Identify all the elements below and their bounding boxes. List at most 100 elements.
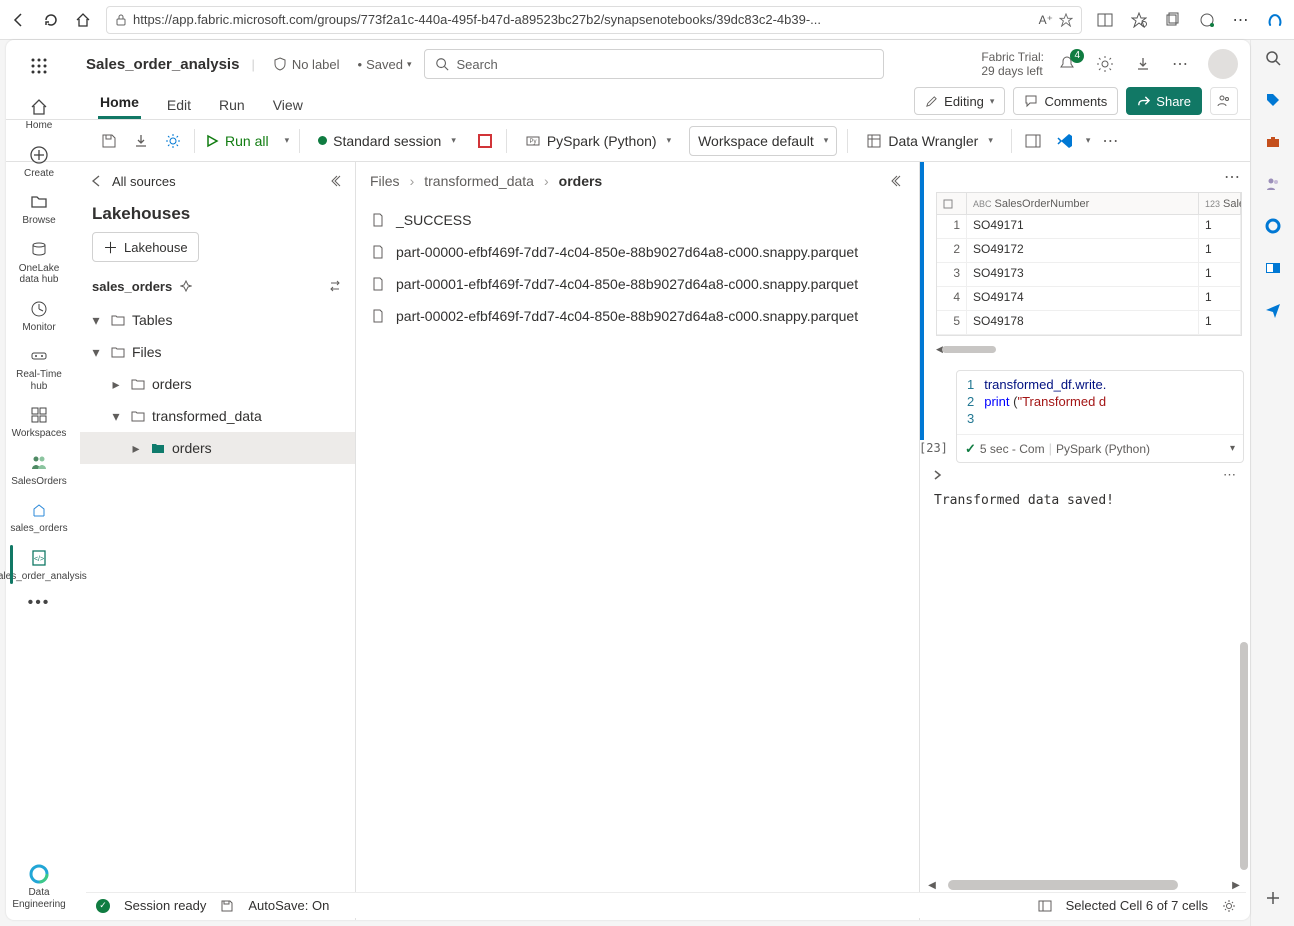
file-row[interactable]: part-00000-efbf469f-7dd7-4c04-850e-88b90… <box>356 236 919 268</box>
tree-orders-subfolder[interactable]: ▸orders <box>80 432 355 464</box>
edge-search-icon[interactable] <box>1263 48 1283 68</box>
url-bar[interactable]: https://app.fabric.microsoft.com/groups/… <box>106 6 1082 34</box>
split-icon[interactable] <box>1096 11 1114 29</box>
share-button[interactable]: Share <box>1126 87 1202 115</box>
language-selector[interactable]: PyPySpark (Python)▾ <box>517 126 679 156</box>
layout-icon[interactable] <box>1022 130 1044 152</box>
more-icon[interactable]: ⋯ <box>1170 53 1192 75</box>
editing-mode-button[interactable]: Editing▾ <box>914 87 1005 115</box>
favorite-icon[interactable] <box>1059 13 1073 27</box>
nav-notebook-active[interactable]: </>Sales_order_analysis <box>8 541 70 589</box>
code-cell[interactable]: 123 transformed_df.write. print ("Transf… <box>956 370 1244 463</box>
collaborators-icon[interactable] <box>1210 87 1238 115</box>
collapse-files-icon[interactable] <box>891 174 905 188</box>
tab-view[interactable]: View <box>271 91 305 119</box>
copilot-icon[interactable] <box>1266 11 1284 29</box>
layout-status-icon[interactable] <box>1038 899 1052 913</box>
tree-transformed-folder[interactable]: ▾transformed_data <box>80 400 355 432</box>
nav-data-engineering[interactable]: Data Engineering <box>8 857 70 916</box>
vscode-icon[interactable] <box>1054 130 1076 152</box>
tab-edit[interactable]: Edit <box>165 91 193 119</box>
crumb-files[interactable]: Files <box>370 173 400 189</box>
session-status[interactable]: Standard session▾ <box>310 126 464 156</box>
col-sale[interactable]: 123 Sale <box>1199 193 1241 214</box>
file-row[interactable]: _SUCCESS <box>356 204 919 236</box>
user-avatar[interactable] <box>1208 49 1238 79</box>
nav-onelake[interactable]: OneLake data hub <box>8 233 70 292</box>
output-more-icon[interactable]: ⋯ <box>1224 167 1242 187</box>
nb-vscroll[interactable] <box>1238 342 1248 880</box>
tree-orders-folder[interactable]: ▸orders <box>80 368 355 400</box>
edge-toolbox-icon[interactable] <box>1263 132 1283 152</box>
app-launcher-icon[interactable] <box>21 48 57 84</box>
table-row[interactable]: 5SO491781 <box>937 311 1241 335</box>
table-row[interactable]: 2SO491721 <box>937 239 1241 263</box>
notifications-icon[interactable]: 4 <box>1056 53 1078 75</box>
nav-salesorders-lh[interactable]: sales_orders <box>8 493 70 541</box>
search-input[interactable]: Search <box>424 49 884 79</box>
table-row[interactable]: 3SO491731 <box>937 263 1241 287</box>
download-icon[interactable] <box>1132 53 1154 75</box>
edge-tag-icon[interactable] <box>1263 90 1283 110</box>
collapse-explorer-icon[interactable] <box>331 174 345 188</box>
read-aloud-icon[interactable]: A⁺ <box>1039 13 1053 27</box>
edge-people-icon[interactable] <box>1263 174 1283 194</box>
download2-icon[interactable] <box>130 130 152 152</box>
home-icon[interactable] <box>74 11 92 29</box>
edge-add-icon[interactable] <box>1263 888 1283 908</box>
nav-monitor[interactable]: Monitor <box>8 292 70 340</box>
back-arrow-icon[interactable] <box>90 174 104 188</box>
comments-button[interactable]: Comments <box>1013 87 1118 115</box>
nav-salesorders-ws[interactable]: SalesOrders <box>8 446 70 494</box>
nav-workspaces[interactable]: Workspaces <box>8 398 70 446</box>
tab-run[interactable]: Run <box>217 91 247 119</box>
cell-lang-caret-icon[interactable]: ▾ <box>1230 443 1235 454</box>
sensitivity-label[interactable]: No label <box>267 57 346 72</box>
nav-more[interactable]: ••• <box>8 588 70 618</box>
run-all-button[interactable]: Run all▾ <box>205 133 289 149</box>
output-more2-icon[interactable]: ⋯ <box>1223 467 1238 483</box>
nav-browse[interactable]: Browse <box>8 185 70 233</box>
file-row[interactable]: part-00001-efbf469f-7dd7-4c04-850e-88b90… <box>356 268 919 300</box>
settings-status-icon[interactable] <box>1222 899 1236 913</box>
save-icon[interactable] <box>98 130 120 152</box>
crumb-transformed[interactable]: transformed_data <box>424 173 534 189</box>
table-hscroll[interactable]: ◀ <box>936 344 1242 354</box>
back-icon[interactable] <box>10 11 28 29</box>
collections-icon[interactable] <box>1164 11 1182 29</box>
trial-status[interactable]: Fabric Trial:29 days left <box>981 50 1044 79</box>
notebook-title[interactable]: Sales_order_analysis <box>86 56 239 73</box>
menu-icon[interactable]: ⋯ <box>1232 11 1250 29</box>
refresh-icon[interactable] <box>42 11 60 29</box>
nb-hscroll[interactable]: ◀▶ <box>926 878 1242 892</box>
code-content[interactable]: transformed_df.write. print ("Transforme… <box>984 377 1106 428</box>
expand-output-icon[interactable] <box>932 469 944 481</box>
tree-tables[interactable]: ▾Tables <box>80 304 355 336</box>
save-status[interactable]: • Saved ▾ <box>358 57 412 72</box>
stop-icon[interactable] <box>474 130 496 152</box>
gear-icon[interactable] <box>162 130 184 152</box>
nav-home[interactable]: Home <box>8 90 70 138</box>
add-lakehouse-button[interactable]: ＋Lakehouse <box>92 232 199 262</box>
pin-icon[interactable] <box>180 280 192 292</box>
swap-icon[interactable] <box>327 278 343 294</box>
toolbar-more-icon[interactable]: ⋯ <box>1100 130 1122 152</box>
edge-outlook-icon[interactable] <box>1263 258 1283 278</box>
table-row[interactable]: 1SO491711 <box>937 215 1241 239</box>
autosave-text[interactable]: AutoSave: On <box>248 898 329 913</box>
edge-office-icon[interactable] <box>1263 216 1283 236</box>
nav-create[interactable]: Create <box>8 138 70 186</box>
data-wrangler-button[interactable]: Data Wrangler▾ <box>858 126 1001 156</box>
nav-realtime[interactable]: Real-Time hub <box>8 339 70 398</box>
edge-send-icon[interactable] <box>1263 300 1283 320</box>
tree-files[interactable]: ▾Files <box>80 336 355 368</box>
lakehouse-name-row[interactable]: sales_orders <box>80 272 355 300</box>
all-sources-link[interactable]: All sources <box>112 174 176 189</box>
col-salesorder[interactable]: ABC SalesOrderNumber <box>967 193 1199 214</box>
environment-selector[interactable]: Workspace default▾ <box>689 126 837 156</box>
favorites-icon[interactable] <box>1130 11 1148 29</box>
tab-home[interactable]: Home <box>98 88 141 119</box>
file-row[interactable]: part-00002-efbf469f-7dd7-4c04-850e-88b90… <box>356 300 919 332</box>
extensions-icon[interactable] <box>1198 11 1216 29</box>
settings-icon[interactable] <box>1094 53 1116 75</box>
